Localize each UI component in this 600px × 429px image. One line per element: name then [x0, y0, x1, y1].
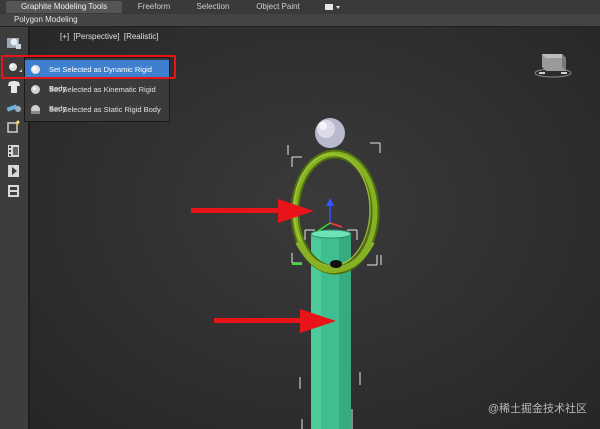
- sphere-object[interactable]: [315, 118, 345, 148]
- play-icon[interactable]: [5, 163, 23, 179]
- ribbon-panel-bar: Polygon Modeling: [0, 14, 600, 27]
- bake-icon[interactable]: [5, 183, 23, 199]
- cloth-icon[interactable]: [5, 79, 23, 95]
- tab-selection[interactable]: Selection: [190, 1, 236, 13]
- menu-item-static-rigid-body[interactable]: Set Selected as Static Rigid Body: [25, 100, 169, 119]
- static-rigid-body-icon: [30, 104, 41, 115]
- transform-gizmo-icon[interactable]: [317, 198, 343, 232]
- tab-graphite-modeling-tools[interactable]: Graphite Modeling Tools: [6, 1, 122, 13]
- menu-item-kinematic-rigid-body[interactable]: Set Selected as Kinematic Rigid Body: [25, 80, 169, 113]
- constraint-icon[interactable]: [5, 99, 23, 115]
- kinematic-rigid-body-icon: [30, 84, 41, 95]
- polygon-modeling-label[interactable]: Polygon Modeling: [14, 14, 78, 26]
- annotation-highlight-box: [1, 55, 176, 79]
- tab-object-paint[interactable]: Object Paint: [252, 1, 304, 13]
- ribbon-tab-bar: Graphite Modeling Tools Freeform Selecti…: [0, 0, 600, 15]
- film-icon[interactable]: [5, 143, 23, 159]
- viewcube-icon[interactable]: [534, 54, 572, 78]
- watermark-text: @稀土掘金技术社区: [487, 403, 587, 415]
- ribbon-options-icon[interactable]: [323, 2, 343, 12]
- fracture-icon[interactable]: [5, 119, 23, 135]
- tab-freeform[interactable]: Freeform: [130, 1, 178, 13]
- world-icon[interactable]: [5, 35, 23, 51]
- menu-item-label: Set Selected as Static Rigid Body: [49, 105, 161, 114]
